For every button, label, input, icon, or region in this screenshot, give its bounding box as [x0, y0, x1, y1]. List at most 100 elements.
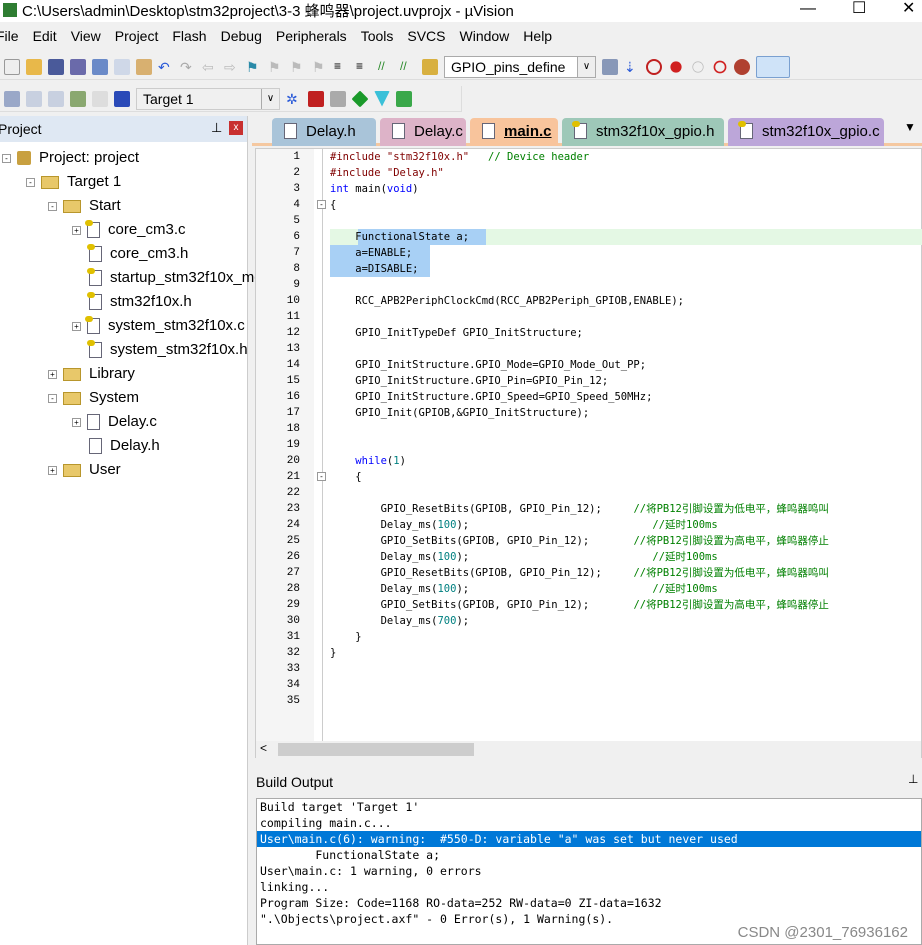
menu-svcs[interactable]: SVCS: [407, 28, 445, 44]
tree-item[interactable]: Delay.h: [72, 434, 160, 458]
uncomment-icon[interactable]: //: [400, 59, 416, 75]
collapse-icon[interactable]: -: [48, 393, 57, 403]
forward-icon[interactable]: ⇨: [224, 59, 240, 75]
menu-file[interactable]: File: [0, 28, 19, 44]
rebuild-icon[interactable]: [48, 90, 64, 107]
collapse-icon[interactable]: -: [26, 177, 35, 187]
menu-edit[interactable]: Edit: [33, 28, 57, 44]
chevron-down-icon[interactable]: ∨: [261, 88, 279, 109]
tab-stm32f10x-gpio-h[interactable]: stm32f10x_gpio.h: [562, 118, 724, 146]
tree-item[interactable]: + User: [48, 458, 121, 482]
save-all-icon[interactable]: [70, 58, 86, 75]
indent-icon[interactable]: ≡: [334, 59, 350, 75]
tree-item[interactable]: startup_stm32f10x_md.s: [72, 266, 274, 290]
manage-rte-icon[interactable]: [351, 90, 369, 107]
rte-icon[interactable]: [396, 90, 412, 107]
pin-icon[interactable]: ⊥: [211, 120, 222, 136]
breakpoint-icon[interactable]: [670, 60, 682, 73]
tree-item[interactable]: + system_stm32f10x.c: [72, 314, 245, 338]
window-config-button[interactable]: [756, 55, 790, 78]
redo-icon[interactable]: ↷: [180, 59, 196, 75]
expand-icon[interactable]: +: [48, 369, 57, 379]
tree-item[interactable]: - System: [48, 386, 139, 410]
translate-icon[interactable]: [4, 90, 20, 107]
disable-breakpoint-icon[interactable]: [692, 60, 704, 73]
scroll-left-icon[interactable]: <: [260, 741, 267, 755]
chevron-down-icon[interactable]: ∨: [577, 56, 595, 77]
unindent-icon[interactable]: ≡: [356, 59, 372, 75]
back-icon[interactable]: ⇦: [202, 59, 218, 75]
next-bookmark-icon[interactable]: ⚑: [290, 59, 306, 75]
build-output-text[interactable]: Build target 'Target 1' compiling main.c.…: [256, 798, 922, 945]
menu-help[interactable]: Help: [523, 28, 552, 44]
menu-tools[interactable]: Tools: [361, 28, 394, 44]
expand-icon[interactable]: +: [72, 417, 81, 427]
copy-icon[interactable]: [114, 58, 130, 75]
build-icon[interactable]: [26, 90, 42, 107]
horizontal-scrollbar[interactable]: <: [256, 741, 921, 758]
tree-item[interactable]: - Project: project: [2, 146, 139, 170]
tab-list-icon[interactable]: ▼: [904, 120, 916, 134]
save-icon[interactable]: [48, 58, 64, 75]
find-icon[interactable]: [602, 58, 618, 75]
manage-project-icon[interactable]: [308, 90, 324, 107]
menu-project[interactable]: Project: [115, 28, 159, 44]
menu-flash[interactable]: Flash: [172, 28, 206, 44]
tree-item[interactable]: - Start: [48, 194, 121, 218]
tree-item[interactable]: + Delay.c: [72, 410, 157, 434]
code-editor[interactable]: 1 2 3 4 5 6 7 8 9 10 11 12 13 14 15 16 17 18 19 20 21 22 23 24 2…: [255, 148, 922, 758]
disable-all-breakpoints-icon[interactable]: [713, 60, 727, 73]
prev-bookmark-icon[interactable]: ⚑: [268, 59, 284, 75]
tree-item[interactable]: + core_cm3.c: [72, 218, 186, 242]
fold-icon[interactable]: -: [317, 472, 326, 481]
maximize-button[interactable]: ☐: [852, 0, 866, 18]
find-combo[interactable]: GPIO_pins_define ∨: [444, 55, 596, 78]
debug-icon[interactable]: [646, 58, 662, 75]
paste-icon[interactable]: [136, 58, 152, 75]
new-file-icon[interactable]: [4, 58, 20, 75]
build-output-line[interactable]: linking...: [257, 879, 921, 895]
expand-icon[interactable]: +: [72, 321, 81, 331]
menu-window[interactable]: Window: [460, 28, 510, 44]
tree-item[interactable]: core_cm3.h: [72, 242, 188, 266]
scrollbar-thumb[interactable]: [278, 743, 474, 756]
pack-installer-icon[interactable]: [374, 90, 390, 107]
pin-icon[interactable]: ⊥: [908, 772, 918, 786]
build-output-line[interactable]: Build target 'Target 1': [257, 799, 921, 815]
tree-item[interactable]: stm32f10x.h: [72, 290, 192, 314]
stop-build-icon[interactable]: [92, 90, 108, 107]
load-icon[interactable]: [114, 90, 130, 107]
build-output-line[interactable]: compiling main.c...: [257, 815, 921, 831]
fold-icon[interactable]: -: [317, 200, 326, 209]
clear-bookmarks-icon[interactable]: ⚑: [312, 59, 328, 75]
bookmark-icon[interactable]: ⚑: [246, 59, 262, 75]
tree-item[interactable]: + Library: [48, 362, 135, 386]
options-for-target-icon[interactable]: ✲: [286, 91, 302, 107]
tab-main-c[interactable]: main.c: [470, 118, 558, 146]
kill-breakpoints-icon[interactable]: [734, 58, 750, 75]
open-icon[interactable]: [26, 58, 42, 75]
select-packs-icon[interactable]: [330, 90, 346, 107]
tab-delay-h[interactable]: Delay.h: [272, 118, 376, 146]
batch-build-icon[interactable]: [70, 90, 86, 107]
menu-view[interactable]: View: [71, 28, 101, 44]
collapse-icon[interactable]: -: [2, 153, 11, 163]
find-in-files-icon[interactable]: [422, 58, 438, 75]
expand-icon[interactable]: +: [48, 465, 57, 475]
tree-item[interactable]: - Target 1: [26, 170, 121, 194]
cut-icon[interactable]: [92, 58, 108, 75]
tab-delay-c[interactable]: Delay.c: [380, 118, 466, 146]
build-output-line[interactable]: User\main.c: 1 warning, 0 errors: [257, 863, 921, 879]
expand-icon[interactable]: +: [72, 225, 81, 235]
target-combo[interactable]: Target 1 ∨: [136, 87, 280, 110]
build-output-line[interactable]: Program Size: Code=1168 RO-data=252 RW-d…: [257, 895, 921, 911]
comment-icon[interactable]: //: [378, 59, 394, 75]
menu-debug[interactable]: Debug: [221, 28, 262, 44]
undo-icon[interactable]: ↶: [158, 59, 174, 75]
incremental-find-icon[interactable]: ⇣: [624, 59, 640, 75]
tree-item[interactable]: system_stm32f10x.h: [72, 338, 248, 362]
menu-peripherals[interactable]: Peripherals: [276, 28, 347, 44]
close-panel-button[interactable]: x: [229, 121, 243, 135]
tab-stm32f10x-gpio-c[interactable]: stm32f10x_gpio.c: [728, 118, 884, 146]
collapse-icon[interactable]: -: [48, 201, 57, 211]
